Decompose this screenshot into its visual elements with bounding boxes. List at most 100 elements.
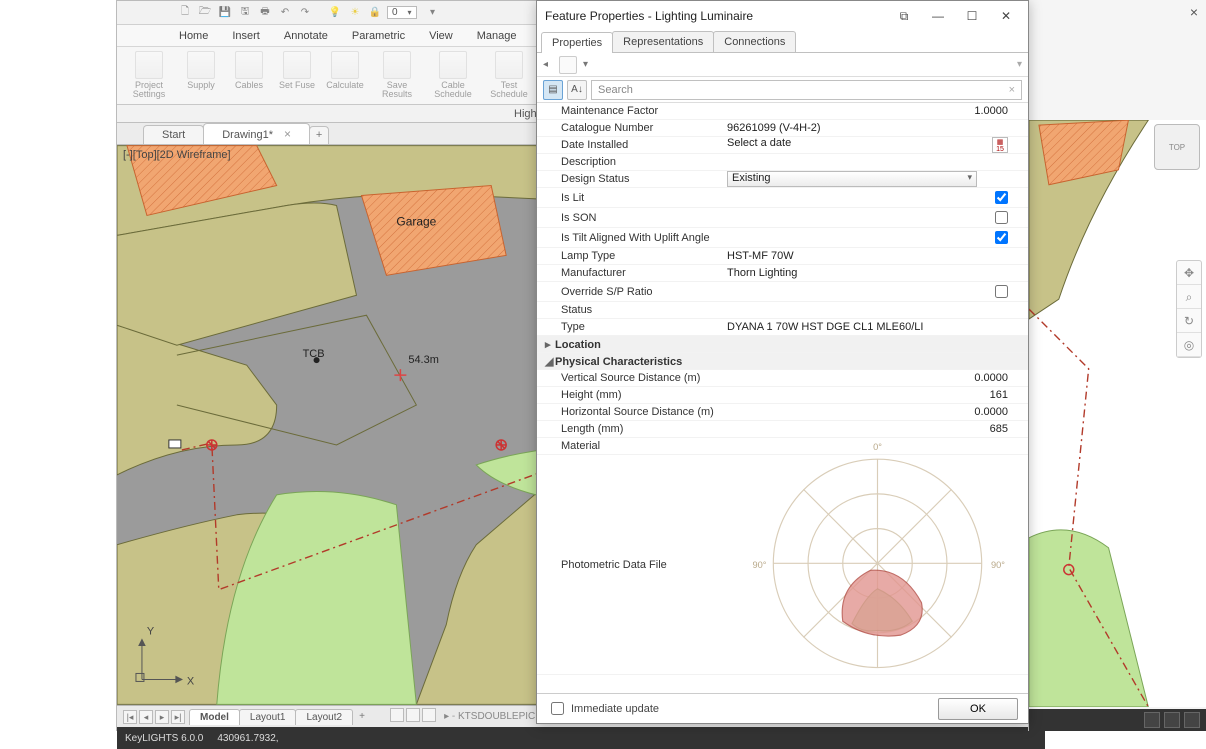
prop-value-vsd[interactable]: 0.0000 xyxy=(727,372,1028,384)
layer-dropdown[interactable]: 0 ▾ xyxy=(387,6,417,19)
prop-label-manufacturer: Manufacturer xyxy=(537,267,727,279)
save-icon[interactable]: 💾 xyxy=(217,5,233,21)
status-icon[interactable] xyxy=(1164,712,1180,728)
new-icon[interactable]: 🗋 xyxy=(177,5,193,21)
prop-value-type[interactable]: DYANA 1 70W HST DGE CL1 MLE60/LI xyxy=(727,321,1028,333)
ribbon-calculate[interactable]: Calculate xyxy=(323,49,367,102)
secondary-canvas[interactable] xyxy=(1029,120,1206,707)
ribbon-setfuse[interactable]: Set Fuse xyxy=(275,49,319,102)
ribbon-tab-view[interactable]: View xyxy=(417,26,465,46)
is-lit-checkbox[interactable] xyxy=(995,191,1008,204)
prop-value-is-lit[interactable] xyxy=(727,188,1028,207)
minimize-icon[interactable]: — xyxy=(924,5,952,27)
maximize-icon[interactable]: ☐ xyxy=(958,5,986,27)
expand-icon[interactable]: ▾ xyxy=(1017,59,1022,70)
restore-icon[interactable]: ⧉ xyxy=(890,5,918,27)
prop-value-is-son[interactable] xyxy=(727,208,1028,227)
secondary-close-icon[interactable]: × xyxy=(1190,4,1198,20)
prop-label-override-sp: Override S/P Ratio xyxy=(537,286,727,298)
section-physical[interactable]: ◢Physical Characteristics xyxy=(537,353,1028,370)
prop-value-lamp-type[interactable]: HST-MF 70W xyxy=(727,250,1028,262)
close-tab-icon[interactable]: × xyxy=(284,127,291,141)
prop-label-vsd: Vertical Source Distance (m) xyxy=(537,372,727,384)
lock-icon[interactable]: 🔒 xyxy=(367,5,383,21)
sun-icon[interactable]: ☀ xyxy=(347,5,363,21)
ok-button[interactable]: OK xyxy=(938,698,1018,720)
ribbon-tab-insert[interactable]: Insert xyxy=(220,26,272,46)
add-tab-button[interactable]: + xyxy=(309,126,329,144)
sheet-prev-icon[interactable]: ◂ xyxy=(139,710,153,724)
status-icon[interactable] xyxy=(1184,712,1200,728)
prop-value-manufacturer[interactable]: Thorn Lighting xyxy=(727,267,1028,279)
ribbon-tab-manage[interactable]: Manage xyxy=(465,26,529,46)
command-prompt[interactable]: ▸ - KTSDOUBLEPICK xyxy=(444,711,542,722)
nav-zoom-icon[interactable]: ⌕ xyxy=(1177,285,1201,309)
prop-value-date-installed[interactable]: Select a date▦15 xyxy=(727,137,1028,153)
property-grid[interactable]: Maintenance Factor1.0000 Catalogue Numbe… xyxy=(537,103,1028,693)
ribbon-project-settings[interactable]: Project Settings xyxy=(123,49,175,102)
alpha-sort-button[interactable]: A↓ xyxy=(567,80,587,100)
sheet-tab-layout1[interactable]: Layout1 xyxy=(239,709,297,725)
design-status-dropdown[interactable]: Existing xyxy=(727,171,977,187)
calendar-icon[interactable]: ▦15 xyxy=(992,137,1008,153)
ribbon-tab-home[interactable]: Home xyxy=(167,26,220,46)
sheet-tab-model[interactable]: Model xyxy=(189,709,240,725)
ribbon-tab-parametric[interactable]: Parametric xyxy=(340,26,417,46)
prop-label-status: Status xyxy=(537,304,727,316)
immediate-update-checkbox[interactable]: Immediate update xyxy=(547,699,659,718)
doc-tab-start[interactable]: Start xyxy=(143,125,204,144)
viewcube[interactable]: TOP xyxy=(1154,124,1200,170)
print-icon[interactable]: 🖶 xyxy=(257,5,273,21)
override-sp-checkbox[interactable] xyxy=(995,285,1008,298)
doc-tab-drawing[interactable]: Drawing1* × xyxy=(203,123,310,144)
prop-value-length[interactable]: 685 xyxy=(727,423,1028,435)
ribbon-cables[interactable]: Cables xyxy=(227,49,271,102)
sheet-next-icon[interactable]: ▸ xyxy=(155,710,169,724)
viewport-label[interactable]: [-][Top][2D Wireframe] xyxy=(123,149,231,161)
prop-value-design-status[interactable]: Existing xyxy=(727,171,1028,187)
nav-pan-icon[interactable]: ✥ xyxy=(1177,261,1201,285)
ribbon-testschedule[interactable]: Test Schedule xyxy=(483,49,535,102)
ribbon-saveresults[interactable]: Save Results xyxy=(371,49,423,102)
prop-value-override-sp[interactable] xyxy=(727,282,1028,301)
nav-orbit-icon[interactable]: ↻ xyxy=(1177,309,1201,333)
search-input[interactable]: Search × xyxy=(591,80,1022,100)
dialog-search-row: ▤ A↓ Search × xyxy=(537,77,1028,103)
ucs-x: X xyxy=(187,675,195,687)
prop-value-tilt-uplift[interactable] xyxy=(727,228,1028,247)
categorized-sort-button[interactable]: ▤ xyxy=(543,80,563,100)
tab-representations[interactable]: Representations xyxy=(612,31,714,52)
list-view-icon[interactable] xyxy=(559,56,577,74)
sheet-add-button[interactable]: + xyxy=(354,711,370,722)
qat-more-icon[interactable]: ▾ xyxy=(425,5,441,21)
redo-icon[interactable]: ↷ xyxy=(297,5,313,21)
prop-value-catalogue[interactable]: 96261099 (V-4H-2) xyxy=(727,122,1028,134)
sheet-first-icon[interactable]: |◂ xyxy=(123,710,137,724)
clear-search-icon[interactable]: × xyxy=(1009,84,1015,96)
ribbon-tab-annotate[interactable]: Annotate xyxy=(272,26,340,46)
sheet-tab-layout2[interactable]: Layout2 xyxy=(295,709,353,725)
ribbon-supply[interactable]: Supply xyxy=(179,49,223,102)
is-son-checkbox[interactable] xyxy=(995,211,1008,224)
saveas-icon[interactable]: 🖫 xyxy=(237,5,253,21)
tab-connections[interactable]: Connections xyxy=(713,31,796,52)
prop-label-date-installed: Date Installed xyxy=(537,139,727,151)
prop-value-height[interactable]: 161 xyxy=(727,389,1028,401)
prop-value-maintenance-factor[interactable]: 1.0000 xyxy=(727,105,1028,117)
tilt-uplift-checkbox[interactable] xyxy=(995,231,1008,244)
distance-label: 54.3m xyxy=(408,354,439,366)
open-icon[interactable]: 🗁 xyxy=(197,5,213,21)
undo-icon[interactable]: ↶ xyxy=(277,5,293,21)
collapse-icon[interactable]: ◂ xyxy=(543,59,553,70)
prop-value-hsd[interactable]: 0.0000 xyxy=(727,406,1028,418)
nav-wheel-icon[interactable]: ◎ xyxy=(1177,333,1201,357)
dialog-titlebar[interactable]: Feature Properties - Lighting Luminaire … xyxy=(537,1,1028,31)
section-location[interactable]: ▸Location xyxy=(537,336,1028,353)
bulb-icon[interactable]: 💡 xyxy=(327,5,343,21)
chevron-down-icon[interactable]: ▾ xyxy=(583,59,588,70)
status-icon[interactable] xyxy=(1144,712,1160,728)
sheet-last-icon[interactable]: ▸| xyxy=(171,710,185,724)
tab-properties[interactable]: Properties xyxy=(541,32,613,53)
close-icon[interactable]: ✕ xyxy=(992,5,1020,27)
ribbon-cableschedule[interactable]: Cable Schedule xyxy=(427,49,479,102)
